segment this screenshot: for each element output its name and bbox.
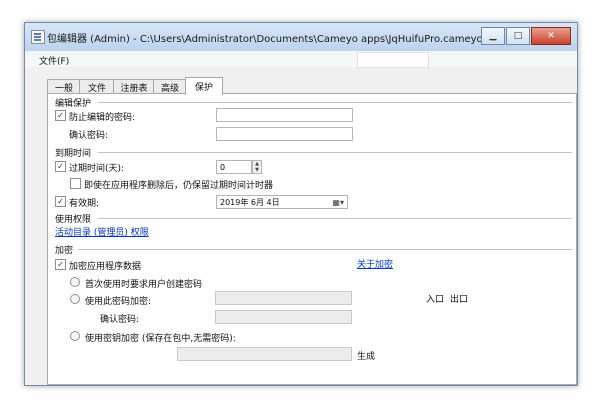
use-key-label: 使用密钥加密 (保存在包中,无需密码): <box>85 334 236 344</box>
menu-bar: 文件(F) <box>25 51 577 67</box>
encrypt-confirm-label: 确认密码: <box>100 315 140 325</box>
encrypt-app-data-checkbox[interactable]: ✓ <box>55 259 66 270</box>
first-use-password-radio[interactable] <box>70 277 80 287</box>
valid-until-date-picker[interactable]: 2019年 6月 4日 ▦▾ <box>216 195 348 209</box>
menu-file[interactable]: 文件(F) <box>39 54 69 67</box>
encryption-title: 加密 <box>55 246 74 256</box>
about-encryption-link[interactable]: 关于加密 <box>357 257 393 270</box>
maximize-button[interactable]: □ <box>506 27 530 45</box>
tab-general[interactable]: 一般 <box>47 79 81 94</box>
valid-until-checkbox[interactable]: ✓ <box>55 196 66 207</box>
usage-permission-divider <box>98 218 572 219</box>
encrypt-password-input[interactable] <box>215 291 352 305</box>
minimize-button[interactable]: ▁ <box>481 27 505 45</box>
edit-confirm-input[interactable] <box>216 127 353 141</box>
valid-until-date: 2019年 6月 4日 <box>220 198 280 207</box>
window-controls: ▁ □ ✕ <box>480 27 571 45</box>
valid-until-label: 有效期: <box>69 199 100 209</box>
export-button[interactable]: 出口 <box>450 292 468 305</box>
keep-timer-label: 即使在应用程序删除后，仍保留过期时间计时器 <box>84 181 274 191</box>
package-editor-window: 包编辑器 (Admin) - C:\Users\Administrator\Do… <box>24 22 578 386</box>
expire-days-input[interactable] <box>216 160 252 174</box>
expire-days-spinner[interactable]: ▲ ▼ <box>252 160 262 174</box>
expiration-divider <box>98 152 572 153</box>
edit-protection-divider <box>98 102 572 103</box>
encryption-key-input[interactable] <box>177 347 352 361</box>
maximize-icon: □ <box>513 31 523 41</box>
tab-advanced[interactable]: 高级 <box>153 79 187 94</box>
import-button[interactable]: 入口 <box>426 292 444 305</box>
minimize-icon: ▁ <box>489 31 497 41</box>
expire-days-label: 过期时间(天): <box>69 164 125 174</box>
use-password-radio[interactable] <box>70 294 80 304</box>
encryption-divider <box>78 249 572 250</box>
spin-down-icon: ▼ <box>255 167 259 173</box>
calendar-dropdown-icon[interactable]: ▦▾ <box>332 198 344 207</box>
prevent-edit-label: 防止编辑的密码: <box>69 113 136 123</box>
close-icon: ✕ <box>547 31 555 41</box>
usage-permission-title: 使用权限 <box>55 215 92 225</box>
tab-protection[interactable]: 保护 <box>185 77 223 95</box>
encrypt-app-data-label: 加密应用程序数据 <box>69 262 142 272</box>
tab-files[interactable]: 文件 <box>79 79 115 94</box>
use-key-radio[interactable] <box>70 331 80 341</box>
use-password-label: 使用此密码加密: <box>85 297 152 307</box>
prevent-edit-checkbox[interactable]: ✓ <box>55 110 66 121</box>
window-title: 包编辑器 (Admin) - C:\Users\Administrator\Do… <box>47 34 504 45</box>
expiration-title: 到期时间 <box>55 149 92 159</box>
generate-button[interactable]: 生成 <box>357 349 375 362</box>
app-icon <box>31 30 45 44</box>
tab-registry[interactable]: 注册表 <box>113 79 155 94</box>
close-button[interactable]: ✕ <box>531 27 571 45</box>
title-bar[interactable]: 包编辑器 (Admin) - C:\Users\Administrator\Do… <box>25 23 577 52</box>
protection-panel: 编辑保护 ✓ 防止编辑的密码: 确认密码: 到期时间 ✓ 过期时间(天): ▲▼… <box>47 93 577 385</box>
edit-password-input[interactable] <box>216 108 353 122</box>
expire-days-checkbox[interactable]: ✓ <box>55 161 66 172</box>
keep-timer-checkbox[interactable] <box>70 178 81 189</box>
edit-confirm-label: 确认密码: <box>69 131 109 141</box>
active-directory-link[interactable]: 活动目录 (管理员) 权限 <box>55 225 149 238</box>
toolbar-blank-area <box>357 52 429 68</box>
encrypt-confirm-input[interactable] <box>215 310 352 324</box>
first-use-password-label: 首次使用时要求用户创建密码 <box>85 280 203 290</box>
edit-protection-title: 编辑保护 <box>55 99 92 109</box>
